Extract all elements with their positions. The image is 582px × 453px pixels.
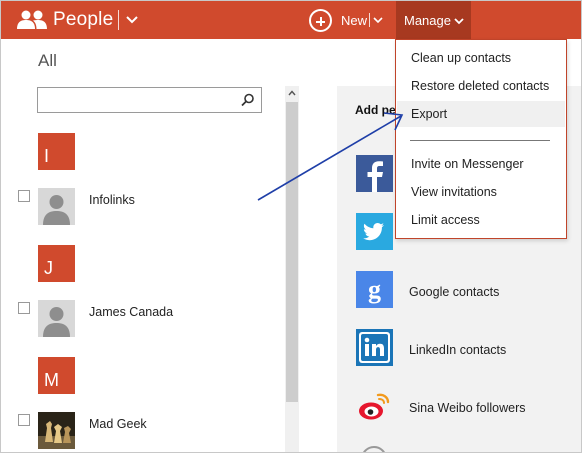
linkedin-icon[interactable] (356, 329, 393, 366)
contact-checkbox[interactable] (18, 414, 30, 426)
letter-tile-label: J (44, 258, 53, 278)
people-app-window: People New Manage All I Infolinks J Jame… (0, 0, 582, 453)
contact-name[interactable]: Infolinks (89, 193, 135, 207)
contact-name[interactable]: Mad Geek (89, 417, 147, 431)
person-silhouette-icon (38, 188, 75, 225)
list-scrollbar[interactable] (285, 86, 299, 452)
letter-tile-label: I (44, 146, 50, 166)
search-input[interactable] (37, 87, 262, 113)
avatar[interactable] (38, 412, 75, 449)
more-services-icon[interactable] (361, 446, 387, 452)
person-silhouette-icon (38, 300, 75, 337)
google-contacts-label[interactable]: Google contacts (409, 285, 499, 299)
avatar[interactable] (38, 188, 75, 225)
sina-weibo-icon[interactable] (356, 387, 393, 424)
contact-checkbox[interactable] (18, 190, 30, 202)
new-plus-icon[interactable] (309, 9, 332, 32)
menu-item-restore-deleted-contacts[interactable]: Restore deleted contacts (397, 73, 565, 99)
menu-item-invite-on-messenger[interactable]: Invite on Messenger (397, 151, 565, 177)
scroll-thumb[interactable] (286, 102, 298, 402)
manage-label: Manage (404, 13, 451, 28)
new-button[interactable]: New (341, 13, 367, 28)
facebook-icon[interactable] (356, 155, 393, 192)
letter-tile-i[interactable]: I (38, 133, 75, 170)
letter-tile-label: M (44, 370, 59, 390)
contact-checkbox[interactable] (18, 302, 30, 314)
manage-button[interactable]: Manage (396, 1, 471, 39)
menu-item-view-invitations[interactable]: View invitations (397, 179, 565, 205)
manage-chevron-down-icon (454, 18, 464, 25)
avatar[interactable] (38, 300, 75, 337)
contact-name[interactable]: James Canada (89, 305, 173, 319)
panel-title: Add pe (355, 103, 396, 117)
chess-pieces-photo-icon (38, 412, 75, 449)
menu-item-limit-access[interactable]: Limit access (397, 207, 565, 233)
letter-tile-m[interactable]: M (38, 357, 75, 394)
search-icon[interactable] (241, 93, 255, 107)
people-icon (17, 10, 47, 29)
google-icon[interactable]: g (356, 271, 393, 308)
twitter-icon[interactable] (356, 213, 393, 250)
sina-weibo-followers-label[interactable]: Sina Weibo followers (409, 401, 526, 415)
letter-tile-j[interactable]: J (38, 245, 75, 282)
linkedin-contacts-label[interactable]: LinkedIn contacts (409, 343, 506, 357)
menu-item-export[interactable]: Export (397, 101, 565, 127)
chevron-down-icon[interactable] (125, 14, 139, 26)
scroll-up-arrow-icon[interactable] (288, 90, 296, 96)
manage-menu: Clean up contacts Restore deleted contac… (395, 39, 567, 239)
menu-item-clean-up-contacts[interactable]: Clean up contacts (397, 45, 565, 71)
new-chevron-down-icon[interactable] (373, 16, 383, 24)
new-divider (369, 13, 370, 27)
svg-text:g: g (368, 275, 381, 304)
app-title: People (53, 9, 114, 30)
top-bar: People New Manage (1, 1, 581, 39)
title-divider (118, 10, 119, 30)
section-title-all: All (38, 51, 57, 70)
menu-divider (410, 140, 550, 141)
